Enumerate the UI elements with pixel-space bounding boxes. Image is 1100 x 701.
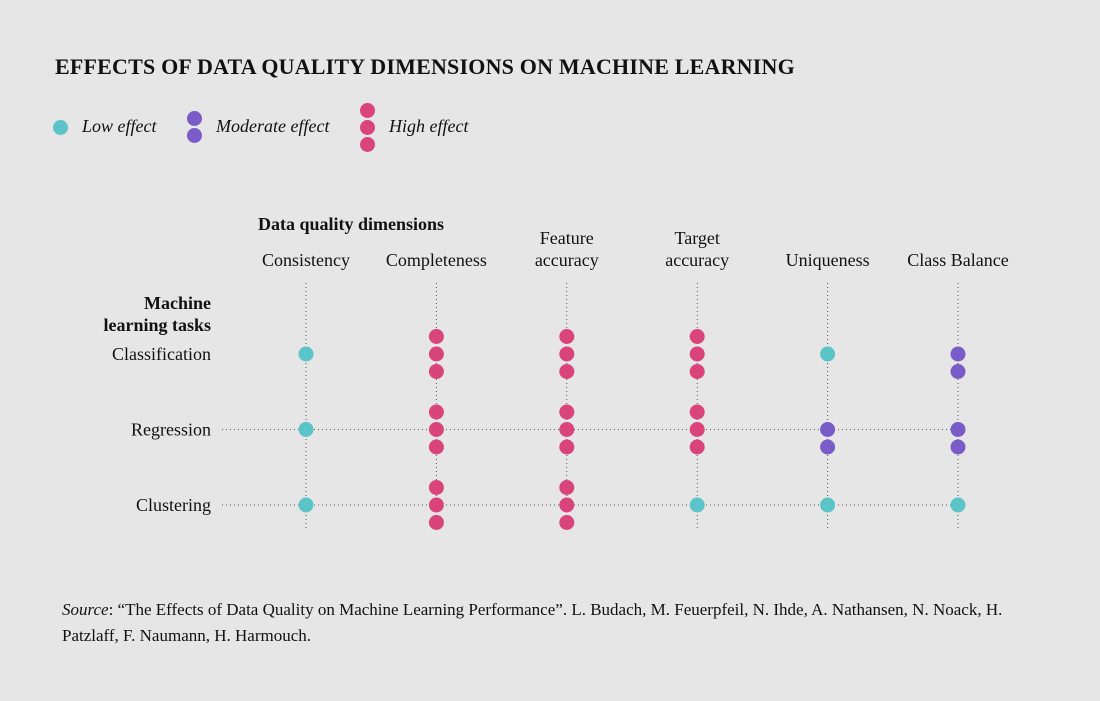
effect-dot (298, 422, 314, 437)
source-note: Source: “The Effects of Data Quality on … (62, 597, 1062, 649)
grid-lines (222, 283, 959, 530)
row-axis-title-line: learning tasks (103, 315, 211, 335)
effect-dot (298, 346, 314, 362)
effect-dot (689, 422, 705, 437)
effect-dot (559, 422, 575, 437)
effect-dot (820, 422, 836, 437)
column-labels: Consistency CompletenessFeatureaccuracyTa… (262, 228, 1009, 270)
effect-dot (559, 364, 575, 379)
effect-dot (559, 404, 575, 420)
effect-dot (950, 364, 966, 379)
effect-dot (689, 329, 705, 344)
column-label: accuracy (535, 250, 599, 270)
effect-dot (689, 404, 705, 420)
effect-dot (950, 439, 966, 455)
effect-dot (428, 439, 444, 455)
column-axis-title: Data quality dimensions (258, 214, 444, 234)
column-label: accuracy (665, 250, 729, 270)
effect-dot (559, 515, 575, 530)
effect-dot (689, 346, 705, 362)
row-label: Classification (112, 344, 211, 364)
row-label: Regression (131, 420, 211, 440)
column-label: Class Balance (907, 250, 1008, 270)
row-axis-title: Machine learning tasks (103, 293, 211, 335)
effect-dot (428, 329, 444, 344)
effect-dot (559, 439, 575, 455)
effect-dot (428, 404, 444, 420)
column-label: Feature (540, 228, 594, 248)
effect-dot (689, 497, 705, 513)
effect-dot (559, 329, 575, 344)
row-label: Clustering (136, 495, 211, 515)
effect-dot (689, 364, 705, 379)
source-text: : “The Effects of Data Quality on Machin… (62, 600, 1003, 645)
effect-dot (428, 480, 444, 495)
effect-dot (689, 439, 705, 455)
effect-dot (298, 497, 314, 513)
effect-dot (559, 480, 575, 495)
source-key: Source (62, 600, 109, 619)
effect-dot (428, 422, 444, 437)
column-label: Consistency (262, 250, 350, 270)
dot-matrix-chart: Data quality dimensions Machine learning… (103, 214, 1009, 530)
effect-dot (950, 346, 966, 362)
effect-dot (428, 515, 444, 530)
effect-dot (428, 497, 444, 513)
column-label: Target (675, 228, 720, 248)
effect-dot (428, 364, 444, 379)
effect-dot (559, 346, 575, 362)
effect-dot (950, 422, 966, 437)
column-label: Uniqueness (786, 250, 870, 270)
effect-dot (950, 497, 966, 513)
effect-dot (820, 346, 836, 362)
effect-dot (820, 439, 836, 455)
row-labels: Classification Regression Clustering (112, 344, 211, 515)
effect-dot (820, 497, 836, 513)
row-axis-title-line: Machine (144, 293, 211, 313)
effect-dot (559, 497, 575, 513)
column-label: Completeness (386, 250, 487, 270)
effect-dot (428, 346, 444, 362)
